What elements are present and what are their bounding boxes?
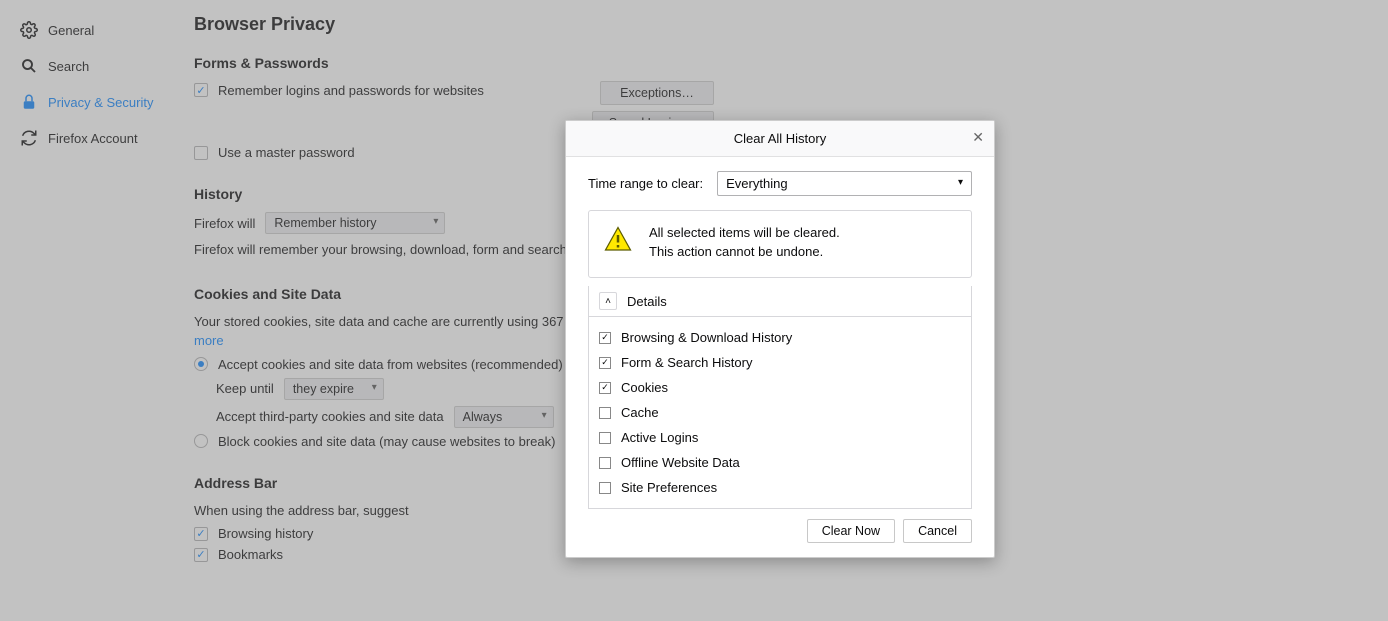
details-toggle[interactable]: ˄ Details xyxy=(588,286,972,317)
history-item-checkbox[interactable] xyxy=(599,432,611,444)
history-item-label: Offline Website Data xyxy=(621,455,740,470)
details-list: Browsing & Download History Form & Searc… xyxy=(588,317,972,509)
dialog-title: Clear All History xyxy=(734,131,826,146)
history-item-label: Site Preferences xyxy=(621,480,717,495)
history-item-checkbox[interactable] xyxy=(599,357,611,369)
history-item-label: Active Logins xyxy=(621,430,698,445)
clear-now-button[interactable]: Clear Now xyxy=(807,519,895,543)
history-item-checkbox[interactable] xyxy=(599,457,611,469)
close-icon[interactable]: ✕ xyxy=(972,129,984,146)
warning-box: All selected items will be cleared. This… xyxy=(588,210,972,278)
history-item-label: Browsing & Download History xyxy=(621,330,792,345)
history-item-label: Cookies xyxy=(621,380,668,395)
history-item-checkbox[interactable] xyxy=(599,382,611,394)
clear-history-dialog: Clear All History ✕ Time range to clear:… xyxy=(565,120,995,558)
cancel-button[interactable]: Cancel xyxy=(903,519,972,543)
history-item-checkbox[interactable] xyxy=(599,407,611,419)
details-label: Details xyxy=(627,294,667,309)
warning-text: All selected items will be cleared. This… xyxy=(649,225,840,263)
chevron-up-icon: ˄ xyxy=(599,292,617,310)
history-item-checkbox[interactable] xyxy=(599,332,611,344)
time-range-label: Time range to clear: xyxy=(588,176,703,191)
history-item-checkbox[interactable] xyxy=(599,482,611,494)
time-range-select[interactable]: Everything xyxy=(717,171,972,196)
warning-icon xyxy=(603,225,633,258)
history-item-label: Cache xyxy=(621,405,659,420)
dialog-header: Clear All History ✕ xyxy=(566,121,994,157)
history-item-label: Form & Search History xyxy=(621,355,752,370)
